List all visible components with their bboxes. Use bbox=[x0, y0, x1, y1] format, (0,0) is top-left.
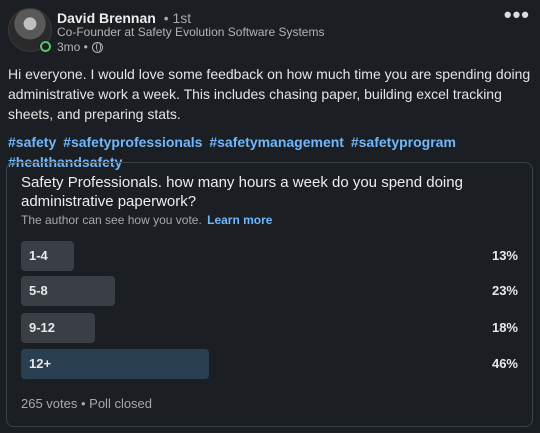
poll-option-percent: 46% bbox=[491, 356, 518, 371]
poll-option-percent: 18% bbox=[491, 320, 518, 335]
poll-option-selected: 12+ 46% bbox=[21, 349, 518, 379]
poll-footer: 265 votes • Poll closed bbox=[21, 396, 153, 411]
author-headline: Co-Founder at Safety Evolution Software … bbox=[57, 25, 325, 39]
poll-note-text: The author can see how you vote. bbox=[21, 213, 202, 227]
poll-option-label: 12+ bbox=[29, 356, 52, 371]
hashtag-link[interactable]: #safetyprogram bbox=[351, 134, 456, 150]
post-card: David Brennan • 1st Co-Founder at Safety… bbox=[0, 0, 540, 433]
author-name[interactable]: David Brennan bbox=[57, 10, 156, 26]
poll-option-label: 5-8 bbox=[29, 283, 48, 298]
poll-privacy-note: The author can see how you vote. Learn m… bbox=[21, 213, 272, 227]
poll-option: 5-8 23% bbox=[21, 276, 518, 306]
post-time: 3mo • bbox=[57, 40, 88, 54]
poll-option-label: 9-12 bbox=[29, 320, 56, 335]
hashtag-link[interactable]: #safetyprofessionals bbox=[63, 134, 202, 150]
post-text: Hi everyone. I would love some feedback … bbox=[8, 66, 531, 122]
poll-question: Safety Professionals. how many hours a w… bbox=[21, 174, 463, 210]
learn-more-link[interactable]: Learn more bbox=[207, 213, 272, 227]
hashtag-link[interactable]: #safety bbox=[8, 134, 56, 150]
post-meta: 3mo • bbox=[57, 40, 103, 54]
more-options-icon[interactable]: ••• bbox=[504, 2, 530, 28]
poll-option: 1-4 13% bbox=[21, 241, 518, 271]
poll-option-label: 1-4 bbox=[29, 248, 48, 263]
connection-degree: • 1st bbox=[163, 10, 192, 26]
hashtag-link[interactable]: #safetymanagement bbox=[209, 134, 344, 150]
globe-icon bbox=[91, 41, 103, 53]
poll-card: Safety Professionals. how many hours a w… bbox=[6, 162, 533, 427]
poll-option-percent: 13% bbox=[491, 248, 518, 263]
poll-option: 9-12 18% bbox=[21, 313, 518, 343]
poll-option-percent: 23% bbox=[491, 283, 518, 298]
online-status-icon bbox=[39, 40, 51, 52]
